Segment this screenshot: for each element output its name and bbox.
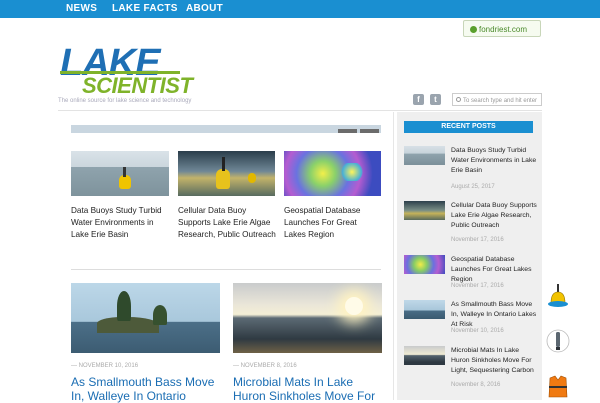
article-title-1[interactable]: As Smallmouth Bass Move In, Walleye In O… [71, 375, 221, 403]
featured-image-buoy-2[interactable] [178, 151, 275, 196]
article-title-2[interactable]: Microbial Mats In Lake Huron Sinkholes M… [233, 375, 383, 403]
recent-post-date: November 17, 2016 [451, 237, 504, 243]
recent-posts-heading: RECENT POSTS [404, 121, 533, 133]
nav-about[interactable]: ABOUT [186, 3, 223, 14]
recent-post-thumbnail[interactable] [404, 146, 445, 165]
recent-post-thumbnail[interactable] [404, 300, 445, 319]
recent-post-title[interactable]: Data Buoys Study Turbid Water Environmen… [451, 146, 539, 176]
search-input[interactable]: To search type and hit enter [452, 93, 542, 106]
search-icon [456, 97, 461, 102]
article-date-2: — NOVEMBER 8, 2016 [233, 363, 297, 369]
recent-post-thumbnail[interactable] [404, 346, 445, 365]
fondriest-logo-icon [470, 26, 477, 33]
twitter-icon[interactable]: t [430, 94, 441, 105]
life-vest-icon[interactable] [545, 373, 571, 399]
facebook-icon[interactable]: f [413, 94, 424, 105]
logo-scientist[interactable]: SCIENTIST [82, 75, 193, 97]
slider-next-button[interactable] [360, 129, 379, 133]
recent-post-title[interactable]: As Smallmouth Bass Move In, Walleye In O… [451, 300, 539, 330]
featured-slider-bar [71, 125, 381, 133]
nav-news[interactable]: NEWS [66, 3, 97, 14]
site-tagline: The online source for lake science and t… [58, 98, 192, 104]
search-placeholder: To search type and hit enter [463, 98, 538, 104]
recent-post-date: August 25, 2017 [451, 184, 495, 190]
sensor-probe-icon[interactable] [545, 328, 571, 354]
article-image-sunset-beach[interactable] [233, 283, 382, 353]
recent-post-title[interactable]: Microbial Mats In Lake Huron Sinkholes M… [451, 346, 539, 376]
featured-image-buoy-1[interactable] [71, 151, 169, 196]
article-image-island[interactable] [71, 283, 220, 353]
featured-title-1[interactable]: Data Buoys Study Turbid Water Environmen… [71, 205, 171, 241]
featured-image-map[interactable] [284, 151, 381, 196]
recent-post-title[interactable]: Cellular Data Buoy Supports Lake Erie Al… [451, 201, 539, 231]
section-divider [71, 269, 381, 270]
recent-post-thumbnail[interactable] [404, 201, 445, 220]
article-date-1: — NOVEMBER 10, 2016 [71, 363, 139, 369]
recent-post-date: November 17, 2016 [451, 283, 504, 289]
recent-post-thumbnail[interactable] [404, 255, 445, 274]
top-nav-bar: NEWS LAKE FACTS ABOUT [0, 0, 600, 18]
featured-title-3[interactable]: Geospatial Database Launches For Great L… [284, 205, 380, 241]
fondriest-label: fondriest.com [479, 25, 528, 34]
nav-lake-facts[interactable]: LAKE FACTS [112, 3, 178, 14]
slider-prev-button[interactable] [338, 129, 357, 133]
fondriest-link[interactable]: fondriest.com [463, 20, 541, 37]
recent-post-date: November 8, 2016 [451, 382, 501, 388]
buoy-icon[interactable] [545, 283, 571, 309]
header-divider [58, 110, 542, 111]
recent-post-date: November 10, 2016 [451, 328, 504, 334]
recent-post-title[interactable]: Geospatial Database Launches For Great L… [451, 255, 539, 285]
featured-title-2[interactable]: Cellular Data Buoy Supports Lake Erie Al… [178, 205, 278, 241]
